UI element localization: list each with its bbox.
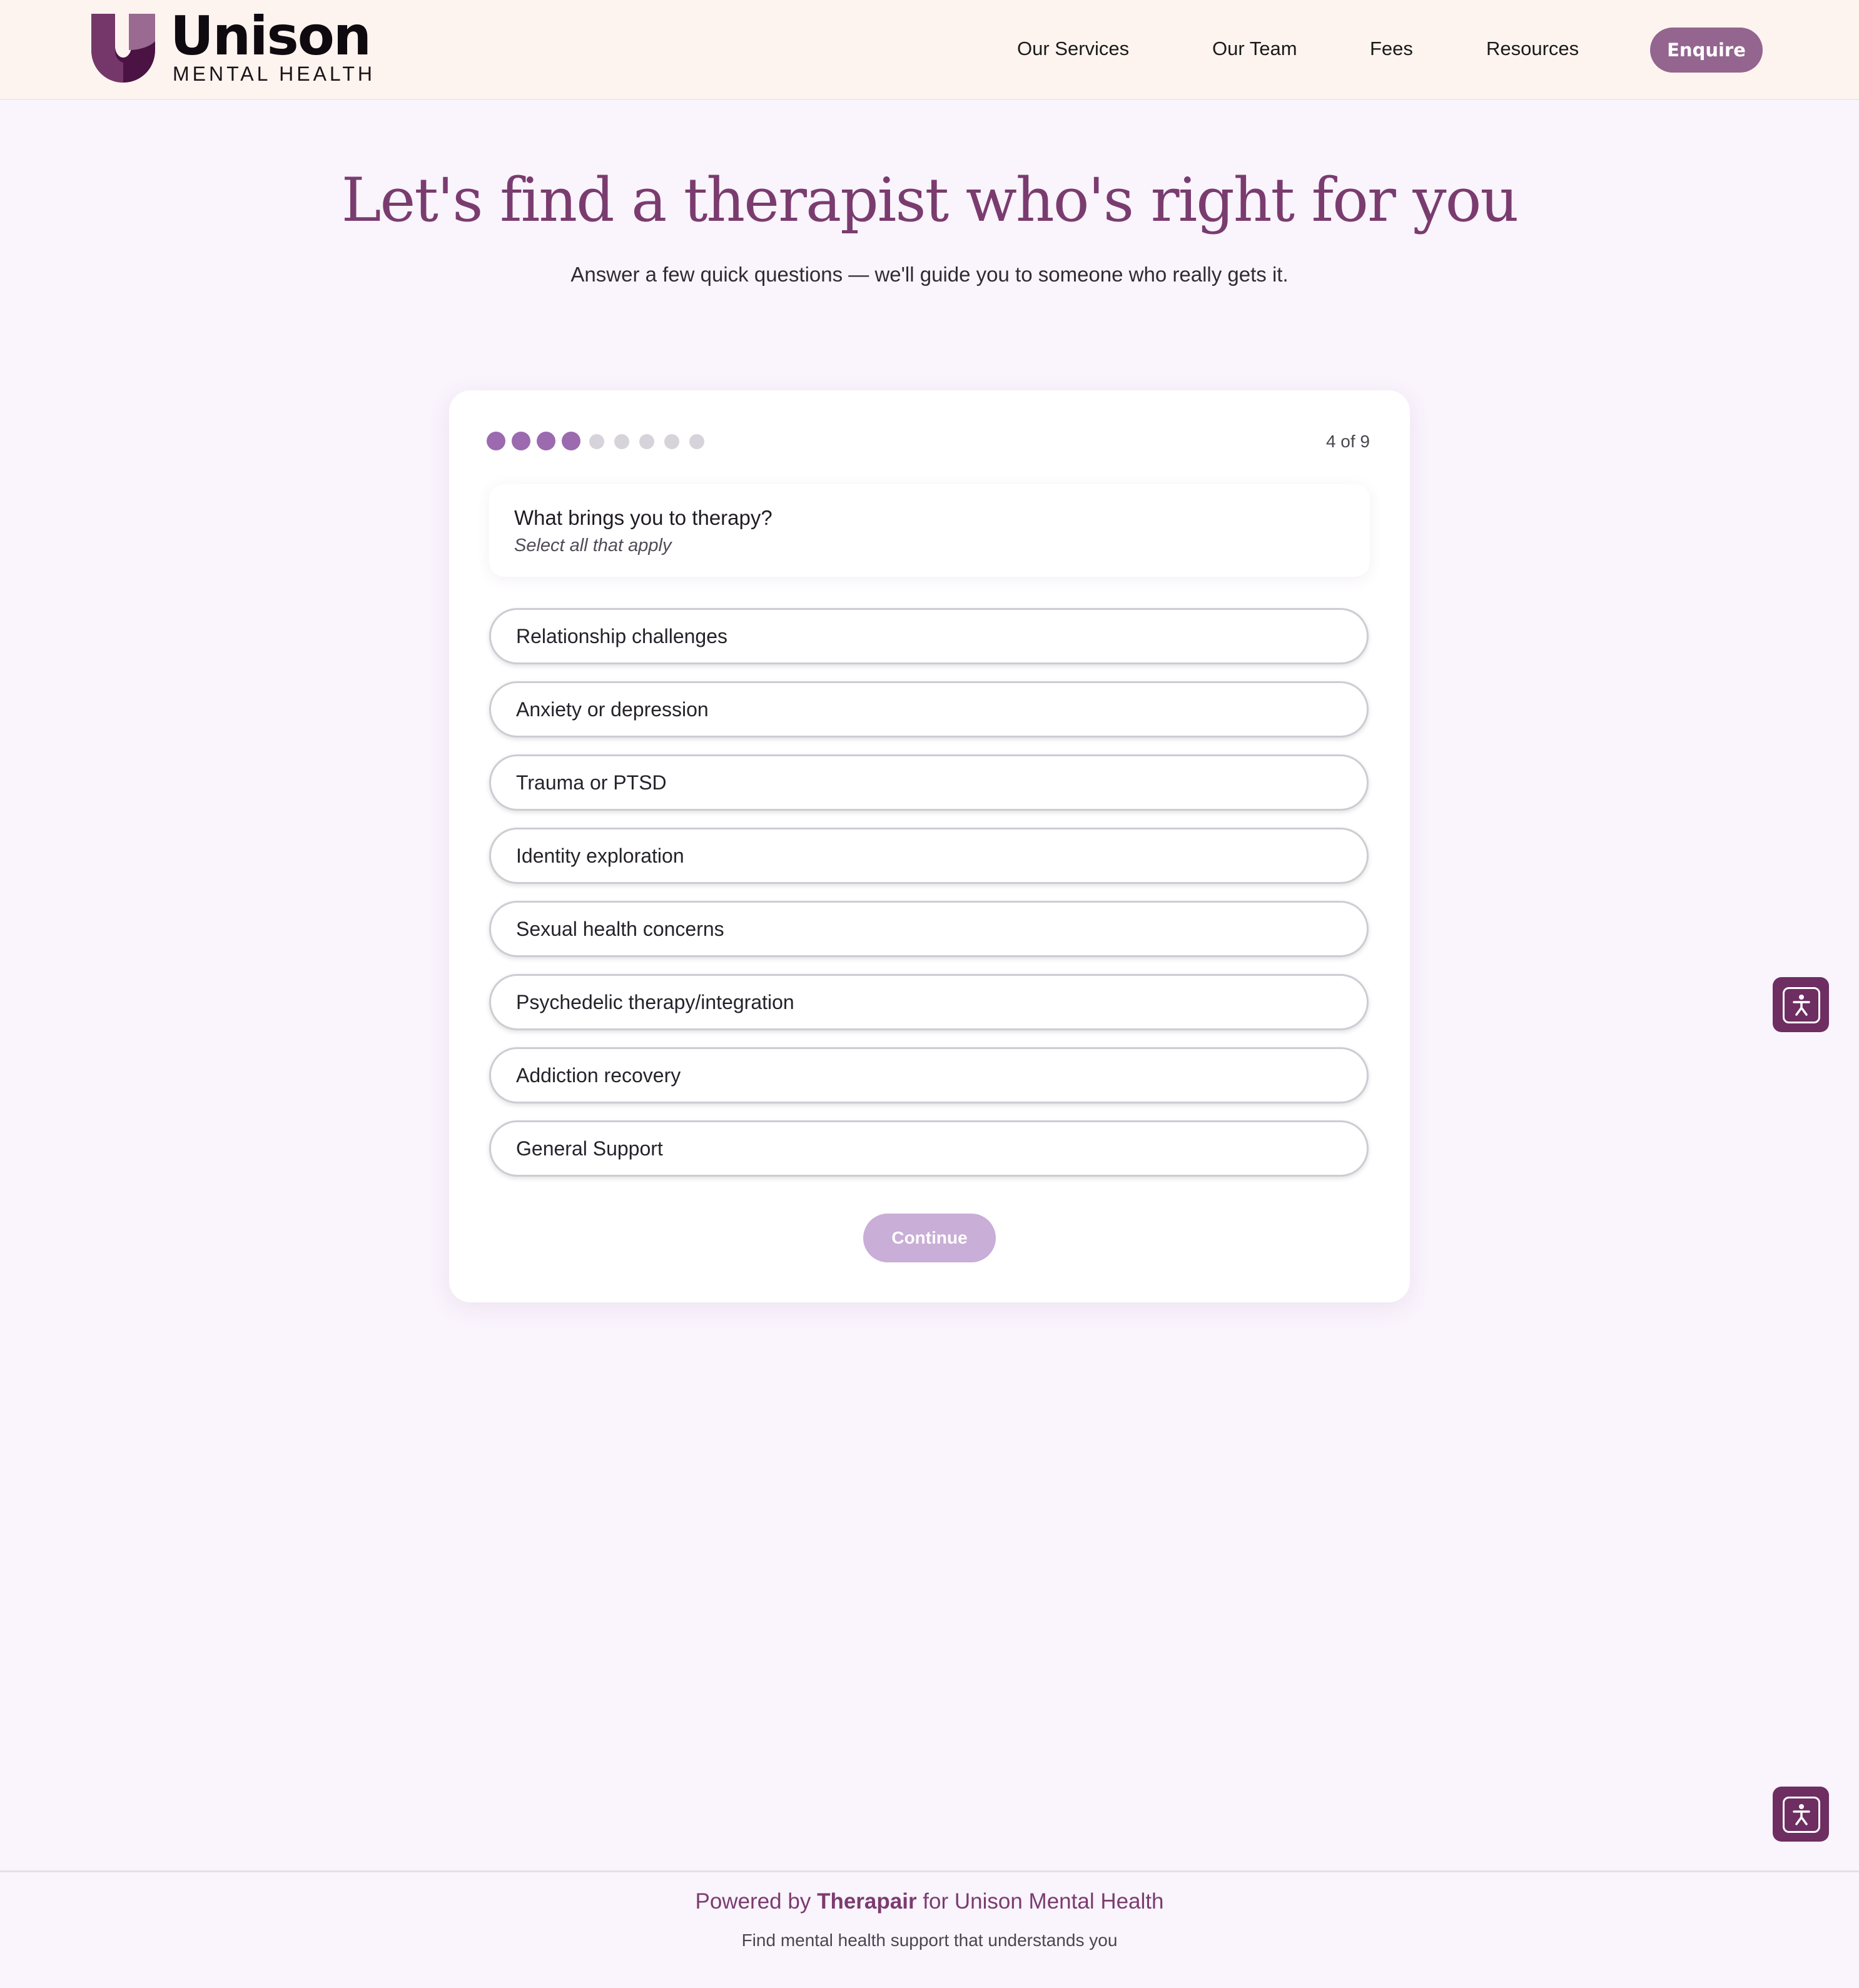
- site-header: Unison MENTAL HEALTH Our Services Our Te…: [0, 0, 1859, 100]
- question-title: What brings you to therapy?: [514, 506, 772, 529]
- progress-dot-pending: [639, 434, 654, 449]
- accessibility-person-icon: [1783, 1797, 1820, 1833]
- powered-prefix: Powered by: [695, 1889, 811, 1914]
- enquire-button[interactable]: Enquire: [1650, 28, 1763, 73]
- option-label: General Support: [516, 1137, 663, 1160]
- progress-dot-pending: [689, 434, 704, 449]
- option-sexual-health-concerns[interactable]: Sexual health concerns: [489, 901, 1369, 957]
- footer-divider: [0, 1870, 1859, 1872]
- accessibility-button[interactable]: [1773, 977, 1829, 1032]
- option-relationship-challenges[interactable]: Relationship challenges: [489, 608, 1369, 664]
- progress-dot-current: [562, 432, 580, 450]
- option-label: Identity exploration: [516, 844, 684, 867]
- progress-dot-pending: [614, 434, 629, 449]
- option-label: Anxiety or depression: [516, 698, 709, 721]
- option-label: Psychedelic therapy/integration: [516, 991, 794, 1013]
- brand-name[interactable]: Unison: [170, 5, 372, 68]
- question-hint: Select all that apply: [514, 535, 672, 555]
- progress-dot-complete: [537, 432, 555, 450]
- option-label: Sexual health concerns: [516, 918, 724, 940]
- option-addiction-recovery[interactable]: Addiction recovery: [489, 1047, 1369, 1103]
- accessibility-person-icon: [1783, 987, 1820, 1023]
- step-counter: 4 of 9: [1325, 432, 1370, 451]
- u-shape-logo-icon[interactable]: [91, 14, 155, 83]
- progress-dot-pending: [664, 434, 679, 449]
- nav-fees[interactable]: Fees: [1370, 36, 1413, 61]
- nav-our-services[interactable]: Our Services: [1017, 36, 1129, 61]
- powered-brand-link[interactable]: Therapair: [817, 1889, 917, 1914]
- option-label: Trauma or PTSD: [516, 771, 667, 794]
- option-trauma-or-ptsd[interactable]: Trauma or PTSD: [489, 754, 1369, 811]
- nav-our-team[interactable]: Our Team: [1212, 36, 1297, 61]
- option-label: Addiction recovery: [516, 1064, 681, 1087]
- footer-powered-by: Powered by Therapair for Unison Mental H…: [0, 1884, 1859, 1919]
- page-subtitle: Answer a few quick questions — we'll gui…: [570, 263, 1289, 286]
- progress-dot-complete: [487, 432, 505, 450]
- powered-suffix: for Unison Mental Health: [923, 1889, 1164, 1914]
- option-general-support[interactable]: General Support: [489, 1120, 1369, 1177]
- option-anxiety-or-depression[interactable]: Anxiety or depression: [489, 681, 1369, 738]
- brand-subtitle: MENTAL HEALTH: [173, 63, 375, 85]
- accessibility-button[interactable]: [1773, 1787, 1829, 1842]
- option-psychedelic-therapy[interactable]: Psychedelic therapy/integration: [489, 974, 1369, 1030]
- option-identity-exploration[interactable]: Identity exploration: [489, 828, 1369, 884]
- progress-dot-complete: [512, 432, 530, 450]
- footer-tagline: Find mental health support that understa…: [741, 1930, 1118, 1950]
- progress-dot-pending: [589, 434, 604, 449]
- page-title: Let's find a therapist who's right for y…: [341, 165, 1519, 235]
- nav-resources[interactable]: Resources: [1486, 36, 1579, 61]
- option-label: Relationship challenges: [516, 625, 727, 647]
- continue-button[interactable]: Continue: [863, 1214, 996, 1262]
